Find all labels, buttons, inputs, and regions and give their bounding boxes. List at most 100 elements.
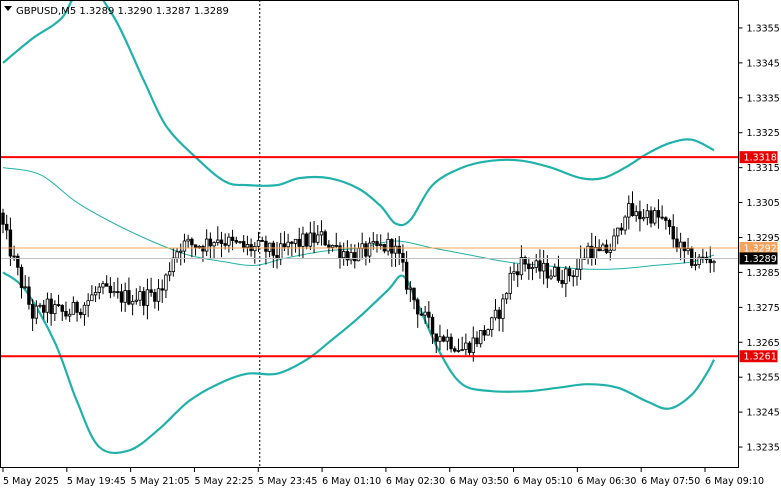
candle-body	[193, 244, 198, 248]
candle-body	[671, 226, 675, 240]
candle-body	[308, 232, 313, 247]
candle-body	[290, 241, 294, 244]
candle-body	[164, 274, 168, 291]
candle-body	[5, 223, 9, 231]
candle-body	[638, 211, 642, 220]
candle-body	[282, 243, 287, 248]
candle-body	[160, 288, 164, 291]
candle-body	[649, 210, 653, 224]
candle-body	[45, 298, 50, 313]
candle-body	[97, 286, 101, 293]
y-tick-label: 1.3335	[747, 93, 780, 104]
candle-body	[397, 245, 401, 254]
candle-body	[445, 336, 450, 342]
candle-body	[201, 245, 205, 252]
candle-body	[301, 233, 305, 247]
candle-body	[27, 286, 31, 305]
candle-body	[60, 305, 64, 312]
candle-body	[256, 240, 261, 247]
candle-body	[634, 211, 638, 217]
candle-body	[493, 309, 498, 319]
candle-body	[127, 290, 131, 305]
candle-body	[304, 233, 309, 247]
candle-body	[664, 217, 668, 221]
candle-body	[197, 245, 201, 248]
candle-body	[419, 313, 424, 316]
y-tick-label: 1.3305	[747, 198, 780, 209]
x-tick-label: 6 May 06:30	[577, 476, 636, 487]
candle-body	[712, 261, 716, 264]
x-tick-label: 6 May 05:10	[514, 476, 573, 487]
candle-body	[430, 316, 435, 335]
candle-body	[545, 262, 550, 279]
candle-body	[271, 242, 276, 256]
candle-body	[708, 259, 712, 264]
candle-body	[427, 311, 431, 318]
candle-body	[653, 210, 657, 224]
candle-body	[401, 252, 405, 263]
candle-body	[353, 252, 357, 262]
candle-body	[79, 311, 83, 315]
candle-body	[156, 288, 161, 302]
current-price-tag-label: 1.3289	[744, 254, 777, 265]
candle-body	[238, 241, 242, 243]
candle-body	[460, 349, 464, 351]
candle-body	[630, 203, 635, 217]
candle-body	[82, 304, 87, 315]
candle-body	[423, 311, 427, 316]
candle-body	[386, 239, 390, 252]
x-tick-label: 6 May 07:50	[641, 476, 700, 487]
candle-body	[19, 266, 24, 288]
candle-body	[34, 305, 39, 319]
price-chart[interactable]: 1.3235 1.3245 1.3255 1.3265 1.3275 1.3285 1.32…	[0, 0, 781, 489]
candle-body	[571, 275, 575, 278]
y-tick-label: 1.3275	[747, 303, 780, 314]
candle-body	[216, 239, 220, 243]
y-tick-label: 1.3245	[747, 408, 780, 419]
candle-body	[67, 313, 72, 317]
candle-body	[104, 283, 109, 287]
candle-body	[130, 300, 135, 305]
candle-body	[112, 291, 116, 294]
resistance-price-tag-label: 1.3318	[744, 153, 777, 164]
candle-body	[330, 245, 335, 248]
candle-body	[171, 257, 176, 273]
candle-body	[641, 217, 646, 220]
candle-body	[212, 242, 216, 247]
y-tick-label: 1.3315	[747, 163, 780, 174]
candle-body	[134, 299, 139, 302]
candle-body	[71, 301, 76, 315]
candle-body	[16, 255, 20, 268]
candle-body	[527, 263, 531, 270]
candle-body	[449, 336, 453, 350]
candle-body	[108, 285, 113, 294]
candle-body	[182, 240, 187, 252]
candle-body	[75, 301, 79, 313]
candle-body	[645, 210, 650, 218]
candle-body	[438, 336, 442, 342]
chart-canvas[interactable]: 1.3235 1.3245 1.3255 1.3265 1.3275 1.3285 1.32…	[0, 0, 781, 489]
candle-body	[393, 245, 398, 254]
x-tick-label: 6 May 02:30	[386, 476, 445, 487]
candle-body	[86, 300, 90, 306]
candle-body	[116, 291, 120, 293]
candle-body	[8, 229, 13, 257]
candle-body	[234, 240, 238, 243]
candle-body	[464, 342, 468, 350]
candle-body	[516, 271, 520, 276]
candle-body	[267, 242, 272, 252]
candle-body	[504, 292, 509, 300]
candle-body	[241, 241, 246, 248]
candle-body	[297, 238, 301, 247]
candle-body	[38, 304, 42, 307]
candle-body	[553, 266, 557, 277]
y-tick-label: 1.3285	[747, 268, 780, 279]
candle-body	[608, 249, 612, 253]
candle-body	[471, 337, 475, 353]
candle-body	[453, 348, 457, 352]
x-tick-label: 5 May 22:25	[194, 476, 253, 487]
candle-body	[656, 210, 661, 218]
candle-body	[667, 220, 672, 228]
candle-body	[686, 248, 690, 252]
candle-body	[223, 243, 227, 246]
